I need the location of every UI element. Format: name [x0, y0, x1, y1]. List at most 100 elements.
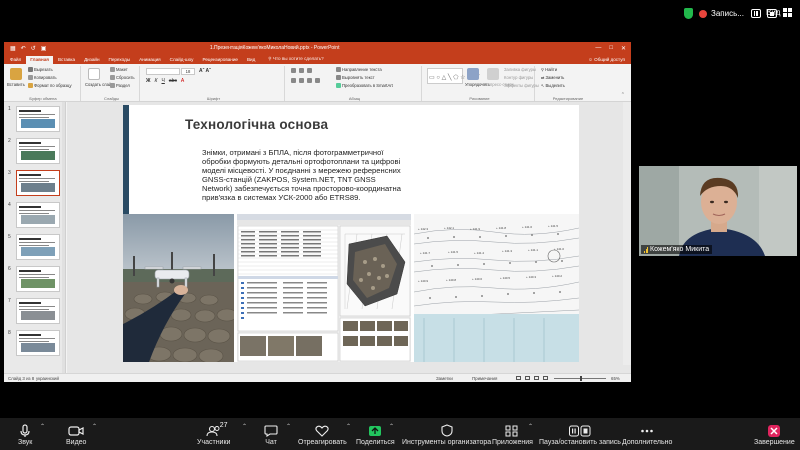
- numbering-icon[interactable]: [299, 68, 304, 73]
- shape-fill-button[interactable]: Заливка фигуры: [504, 67, 536, 72]
- paste-icon[interactable]: [10, 68, 22, 80]
- reactions-button[interactable]: Отреагировать: [298, 423, 347, 446]
- pause-stop-recording-button[interactable]: Пауза/остановить запись: [539, 423, 621, 446]
- reading-view-icon[interactable]: [534, 376, 539, 380]
- audio-options-chevron-up-icon[interactable]: ⌃: [40, 423, 45, 430]
- undo-icon[interactable]: ↶: [21, 45, 26, 52]
- underline-icon[interactable]: Ч: [161, 78, 164, 84]
- language-indicator[interactable]: украинский: [36, 376, 59, 381]
- view-button[interactable]: Вид: [766, 8, 793, 17]
- participants-chevron-up-icon[interactable]: ⌃: [242, 423, 247, 430]
- host-tools-button[interactable]: Инструменты организатора: [402, 423, 491, 446]
- font-color-icon[interactable]: A: [181, 78, 184, 84]
- slide-thumbnail[interactable]: 8: [8, 330, 62, 360]
- save-icon[interactable]: ▦: [10, 45, 16, 52]
- tab-review[interactable]: Рецензирование: [198, 56, 241, 64]
- slide-title[interactable]: Технологічна основа: [185, 117, 328, 132]
- format-painter-button[interactable]: Формат по образцу: [28, 83, 72, 88]
- tab-file[interactable]: Файл: [6, 56, 25, 64]
- quick-styles-icon[interactable]: [487, 68, 499, 80]
- slide-vertical-scrollbar[interactable]: [623, 102, 631, 365]
- new-slide-icon[interactable]: [88, 68, 100, 80]
- close-icon[interactable]: ✕: [621, 45, 626, 52]
- apps-chevron-up-icon[interactable]: ⌃: [528, 423, 533, 430]
- slide-thumbnail[interactable]: 3: [8, 170, 62, 200]
- shape-effects-button[interactable]: Эффекты фигуры: [504, 83, 539, 88]
- align-left-icon[interactable]: [291, 78, 296, 83]
- comments-button[interactable]: Примечания: [472, 376, 497, 381]
- tab-transitions[interactable]: Переходы: [105, 56, 135, 64]
- bullets-icon[interactable]: [291, 68, 296, 73]
- font-size-input[interactable]: 18: [181, 68, 195, 75]
- minimize-icon[interactable]: —: [595, 45, 601, 52]
- current-slide[interactable]: Технологічна основа Знімки, отримані з Б…: [123, 105, 579, 362]
- participant-video[interactable]: Кожем'яко Микита: [639, 166, 797, 256]
- align-right-icon[interactable]: [307, 78, 312, 83]
- bold-icon[interactable]: Ж: [146, 78, 151, 84]
- slide-thumbnail[interactable]: 1: [8, 106, 62, 136]
- replace-button[interactable]: ⇄ Заменить: [541, 75, 564, 80]
- italic-icon[interactable]: К: [155, 78, 158, 84]
- align-center-icon[interactable]: [299, 78, 304, 83]
- chat-chevron-up-icon[interactable]: ⌃: [286, 423, 291, 430]
- video-options-chevron-up-icon[interactable]: ⌃: [92, 423, 97, 430]
- slide-thumbnail[interactable]: 4: [8, 202, 62, 232]
- tab-animations[interactable]: Анимация: [135, 56, 165, 64]
- tell-me-search[interactable]: ⚲ Что вы хотите сделать?: [268, 56, 323, 64]
- tab-insert[interactable]: Вставка: [54, 56, 79, 64]
- zoom-slider-handle[interactable]: [580, 376, 582, 381]
- slide-thumbnail[interactable]: 7: [8, 298, 62, 328]
- slide-thumbnail[interactable]: 5: [8, 234, 62, 264]
- normal-view-icon[interactable]: [516, 376, 521, 380]
- zoom-level[interactable]: 65%: [611, 376, 620, 381]
- slide-horizontal-scrollbar[interactable]: [67, 365, 631, 373]
- layout-button[interactable]: Макет: [110, 67, 128, 72]
- share-button[interactable]: ☺ Общий доступ: [582, 57, 631, 64]
- video-button[interactable]: Видео: [66, 423, 86, 446]
- section-button[interactable]: Раздел: [110, 83, 130, 88]
- apps-button[interactable]: Приложения: [492, 423, 533, 446]
- redo-icon[interactable]: ↺: [31, 45, 36, 52]
- participants-button[interactable]: 27 Участники: [197, 422, 230, 446]
- present-icon[interactable]: ▣: [41, 45, 47, 52]
- audio-button[interactable]: Звук: [18, 423, 32, 446]
- share-chevron-up-icon[interactable]: ⌃: [389, 423, 394, 430]
- indent-icon[interactable]: [307, 68, 312, 73]
- shapes-gallery[interactable]: ▭ ○ △ ╲ ⬠ ☆ ⇨ ⌒: [427, 68, 480, 84]
- slide-body-text[interactable]: Знімки, отримані з БПЛА, після фотограмм…: [202, 148, 450, 202]
- thumbnails-scrollbar[interactable]: [62, 102, 65, 373]
- copy-button[interactable]: Копировать: [28, 75, 57, 80]
- text-direction-button[interactable]: Направление текста: [336, 67, 382, 72]
- maximize-icon[interactable]: □: [609, 45, 613, 52]
- drone-photo[interactable]: [123, 214, 234, 362]
- sorter-view-icon[interactable]: [525, 376, 530, 380]
- pause-recording-icon[interactable]: [750, 9, 761, 18]
- reset-button[interactable]: Сбросить: [110, 75, 135, 80]
- justify-icon[interactable]: [315, 78, 320, 83]
- photogrammetry-software-screenshot[interactable]: [237, 214, 411, 362]
- slideshow-view-icon[interactable]: [543, 376, 548, 380]
- more-button[interactable]: Дополнительно: [622, 423, 672, 446]
- shape-outline-button[interactable]: Контур фигуры: [504, 75, 533, 80]
- paste-button[interactable]: Вставить: [7, 82, 25, 87]
- slide-thumbnail[interactable]: 6: [8, 266, 62, 296]
- chat-button[interactable]: Чат: [264, 423, 278, 446]
- grow-font-icon[interactable]: Aˆ Aˇ: [199, 68, 211, 74]
- arrange-icon[interactable]: [467, 68, 479, 80]
- align-text-button[interactable]: Выровнять текст: [336, 75, 375, 80]
- end-meeting-button[interactable]: Завершение: [754, 423, 795, 446]
- strikethrough-icon[interactable]: abc: [169, 78, 177, 84]
- tab-view[interactable]: Вид: [243, 56, 259, 64]
- reactions-chevron-up-icon[interactable]: ⌃: [346, 423, 351, 430]
- tab-design[interactable]: Дизайн: [80, 56, 103, 64]
- survey-plan-image[interactable]: + 142.3 + 142.1 + 141.9 + 141.8 + 141.6 + 141…: [414, 214, 579, 362]
- notes-button[interactable]: Заметки: [436, 376, 453, 381]
- tab-home[interactable]: Главная: [26, 56, 53, 64]
- recording-indicator[interactable]: Запись...: [684, 8, 777, 19]
- font-name-input[interactable]: [146, 68, 180, 75]
- select-button[interactable]: ↖ Выделить: [541, 83, 565, 88]
- find-button[interactable]: ⚲ Найти: [541, 67, 557, 72]
- collapse-ribbon-icon[interactable]: ⌃: [621, 92, 625, 98]
- cut-button[interactable]: Вырезать: [28, 67, 53, 72]
- smartart-button[interactable]: Преобразовать в SmartArt: [336, 83, 393, 88]
